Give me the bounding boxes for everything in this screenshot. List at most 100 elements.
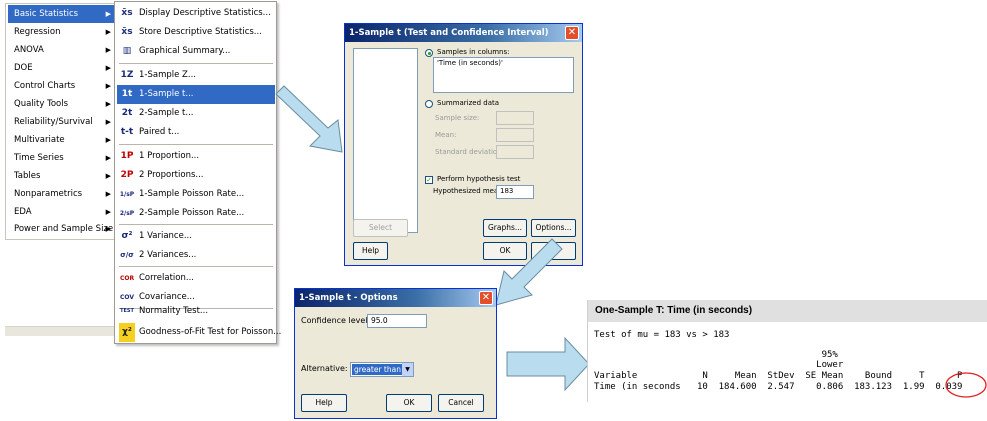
session-output: One-Sample T: Time (in seconds) Test of …	[587, 300, 987, 402]
samples-columns-field[interactable]: 'Time (in seconds)'	[433, 57, 574, 93]
menu-item-store-descriptive[interactable]: x̄s Store Descriptive Statistics...	[117, 23, 275, 42]
menu-item-label: Reliability/Survival	[14, 117, 93, 127]
sample-size-field[interactable]	[496, 111, 534, 125]
options-dialog: 1-Sample t - Options ✕ Confidence level:…	[294, 288, 497, 419]
menu-item-label: Display Descriptive Statistics...	[139, 8, 271, 18]
sample-size-label: Sample size:	[435, 114, 480, 122]
chevron-right-icon: ▶	[105, 82, 111, 90]
menu-item-label: Store Descriptive Statistics...	[139, 27, 262, 37]
menu-item-correlation[interactable]: COR Correlation...	[117, 269, 275, 288]
normality-test-icon: TEST	[120, 308, 134, 314]
menu-item-label: Nonparametrics	[14, 189, 83, 199]
variable-list[interactable]	[353, 48, 418, 233]
menu-item-display-descriptive[interactable]: x̄s Display Descriptive Statistics...	[117, 4, 275, 23]
std-dev-field[interactable]	[496, 145, 534, 159]
flow-arrow-2	[495, 238, 563, 306]
menu-item-label: Multivariate	[14, 135, 65, 145]
menu-item-label: 1 Variance...	[139, 231, 192, 241]
menu-item-multivariate[interactable]: Multivariate ▶	[8, 131, 114, 149]
graphical-summary-icon: ▥	[122, 46, 132, 56]
menu-item-2-sample-t[interactable]: 2t 2-Sample t...	[117, 104, 275, 123]
menu-item-control-charts[interactable]: Control Charts ▶	[8, 77, 114, 95]
menu-item-2-sample-poisson[interactable]: 2/sP 2-Sample Poisson Rate...	[117, 204, 275, 223]
menu-item-quality-tools[interactable]: Quality Tools ▶	[8, 95, 114, 113]
hyp-mean-label: Hypothesized mean:	[433, 187, 506, 195]
cancel-button[interactable]: Cancel	[438, 394, 484, 412]
summarized-data-radio[interactable]	[425, 100, 433, 108]
menu-item-tables[interactable]: Tables ▶	[8, 167, 114, 185]
menu-item-eda[interactable]: EDA ▶	[8, 203, 114, 221]
one-sample-poisson-icon: 1/sP	[119, 191, 135, 198]
two-variances-icon: σ/σ	[120, 251, 134, 259]
menu-separator	[119, 266, 273, 267]
menu-item-label: Time Series	[14, 153, 64, 163]
menu-item-paired-t[interactable]: t-t Paired t...	[117, 123, 275, 142]
menu-item-label: 1-Sample Z...	[139, 70, 196, 80]
alternative-select[interactable]: greater than ▼	[350, 362, 414, 377]
menu-item-1-sample-poisson[interactable]: 1/sP 1-Sample Poisson Rate...	[117, 185, 275, 204]
chevron-right-icon: ▶	[105, 64, 111, 72]
chevron-right-icon: ▶	[105, 100, 111, 108]
hyp-mean-field[interactable]: 183	[496, 185, 534, 199]
one-proportion-icon: 1P	[120, 151, 134, 161]
menu-item-label: EDA	[14, 207, 32, 217]
menu-item-basic-statistics[interactable]: Basic Statistics ▶	[8, 5, 114, 23]
menu-item-nonparametrics[interactable]: Nonparametrics ▶	[8, 185, 114, 203]
menu-item-label: Quality Tools	[14, 99, 69, 109]
menu-item-normality-test[interactable]: TEST Normality Test...	[117, 302, 275, 321]
menu-item-time-series[interactable]: Time Series ▶	[8, 149, 114, 167]
menu-item-label: ANOVA	[14, 45, 44, 55]
one-variance-icon: σ²	[121, 231, 133, 241]
menu-item-label: Goodness-of-Fit Test for Poisson...	[139, 327, 282, 337]
menu-item-label: 1-Sample t...	[139, 89, 194, 99]
help-button[interactable]: Help	[301, 394, 347, 412]
menu-item-1-proportion[interactable]: 1P 1 Proportion...	[117, 147, 275, 166]
help-button[interactable]: Help	[353, 242, 388, 260]
menu-item-anova[interactable]: ANOVA ▶	[8, 41, 114, 59]
close-icon[interactable]: ✕	[565, 26, 579, 40]
summarized-data-label: Summarized data	[437, 99, 500, 107]
menu-item-regression[interactable]: Regression ▶	[8, 23, 114, 41]
two-proportions-icon: 2P	[120, 170, 134, 180]
one-sample-z-icon: 1Z	[120, 70, 134, 80]
chevron-right-icon: ▶	[105, 28, 111, 36]
close-icon[interactable]: ✕	[479, 291, 493, 305]
menu-item-2-variances[interactable]: σ/σ 2 Variances...	[117, 246, 275, 265]
menu-item-2-proportions[interactable]: 2P 2 Proportions...	[117, 166, 275, 185]
two-sample-poisson-icon: 2/sP	[119, 210, 135, 217]
descriptive-stats-icon: x̄s	[121, 8, 133, 18]
menu-item-label: Regression	[14, 27, 61, 37]
p-value-highlight-circle	[945, 372, 987, 398]
select-button[interactable]: Select	[353, 219, 408, 237]
chevron-down-icon[interactable]: ▼	[402, 363, 413, 376]
menu-item-label: Power and Sample Size	[14, 224, 114, 234]
mean-label: Mean:	[435, 131, 457, 139]
test-line: Test of mu = 183 vs > 183	[594, 330, 730, 340]
menu-item-doe[interactable]: DOE ▶	[8, 59, 114, 77]
alternative-label: Alternative:	[301, 364, 348, 373]
menu-item-graphical-summary[interactable]: ▥ Graphical Summary...	[117, 42, 275, 61]
menu-item-goodness-of-fit[interactable]: χ² Goodness-of-Fit Test for Poisson...	[117, 323, 281, 342]
menu-item-1-sample-z[interactable]: 1Z 1-Sample Z...	[117, 66, 275, 85]
menu-item-label: Graphical Summary...	[139, 46, 231, 56]
chevron-right-icon: ▶	[105, 190, 111, 198]
std-dev-label: Standard deviation:	[435, 148, 504, 156]
mean-field[interactable]	[496, 128, 534, 142]
menu-item-power-sample-size[interactable]: Power and Sample Size ▶	[8, 220, 114, 238]
samples-in-columns-radio[interactable]	[425, 49, 433, 57]
perform-test-checkbox[interactable]: ✓	[425, 176, 433, 184]
ok-button[interactable]: OK	[386, 394, 432, 412]
menu-item-1-variance[interactable]: σ² 1 Variance...	[117, 227, 275, 246]
flow-arrow-3	[506, 336, 590, 392]
menu-item-1-sample-t[interactable]: 1t 1-Sample t...	[117, 85, 275, 104]
confidence-level-field[interactable]: 95.0	[367, 314, 427, 328]
output-title: One-Sample T: Time (in seconds)	[588, 300, 987, 322]
menu-item-label: 1 Proportion...	[139, 151, 200, 161]
chevron-right-icon: ▶	[105, 136, 111, 144]
chi-square-icon: χ²	[119, 323, 135, 342]
menu-item-label: Control Charts	[14, 81, 76, 91]
menu-item-label: Tables	[14, 171, 41, 181]
store-stats-icon: x̄s	[121, 27, 133, 37]
menu-item-reliability[interactable]: Reliability/Survival ▶	[8, 113, 114, 131]
correlation-icon: COR	[119, 275, 135, 282]
